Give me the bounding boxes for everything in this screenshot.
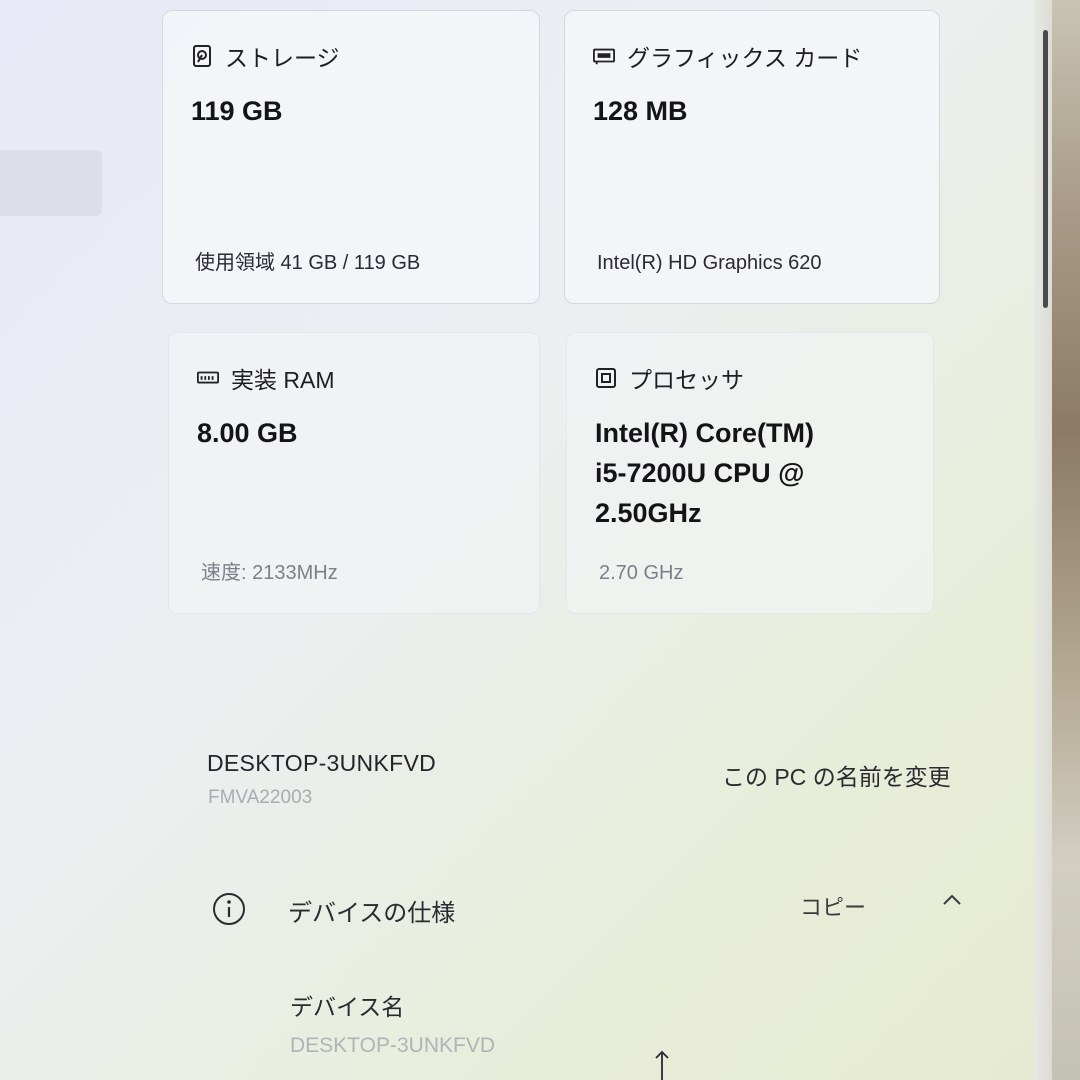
processor-icon: [595, 367, 617, 389]
copy-button[interactable]: コピー: [800, 890, 866, 922]
background-wallpaper: [1052, 0, 1080, 1080]
chevron-up-icon[interactable]: [940, 890, 964, 910]
cpu-model-line: Intel(R) Core(TM): [595, 418, 814, 448]
ram-amount: 8.00 GB: [197, 418, 298, 448]
graphics-card-card: グラフィックス カード 128 MB Intel(R) HD Graphics …: [564, 10, 940, 304]
ram-card-header: 実装 RAM: [197, 361, 335, 395]
pc-model: FMVA22003: [208, 787, 313, 808]
cpu-card-title: プロセッサ: [629, 367, 744, 393]
storage-usage: 使用領域 41 GB / 119 GB: [195, 252, 421, 274]
processor-card: プロセッサ Intel(R) Core(TM) i5-7200U CPU @ 2…: [566, 332, 934, 614]
device-name-value: DESKTOP-3UNKFVD: [290, 1034, 495, 1057]
ram-card-title: 実装 RAM: [231, 367, 335, 393]
cpu-model: Intel(R) Core(TM) i5-7200U CPU @ 2.50GHz: [595, 413, 814, 533]
graphics-card-icon: [593, 45, 615, 67]
storage-card-header: ストレージ: [191, 39, 340, 73]
gpu-card-header: グラフィックス カード: [593, 39, 862, 73]
info-icon: [212, 892, 246, 926]
rename-pc-button[interactable]: この PC の名前を変更: [722, 758, 951, 792]
resize-cursor-icon: [654, 1050, 670, 1080]
cpu-card-header: プロセッサ: [595, 361, 744, 395]
memory-icon: [197, 367, 219, 389]
sidebar-selected-item[interactable]: [0, 150, 102, 216]
ram-speed: 速度: 2133MHz: [201, 562, 338, 584]
storage-card: ストレージ 119 GB 使用領域 41 GB / 119 GB: [162, 10, 540, 304]
ram-card: 実装 RAM 8.00 GB 速度: 2133MHz: [168, 332, 540, 614]
device-name-label: デバイス名: [290, 994, 405, 1020]
pc-name: DESKTOP-3UNKFVD: [207, 750, 437, 776]
gpu-model: Intel(R) HD Graphics 620: [597, 252, 822, 274]
cpu-speed: 2.70 GHz: [599, 562, 684, 584]
cpu-model-line: i5-7200U CPU @: [595, 458, 805, 488]
gpu-memory: 128 MB: [593, 96, 688, 126]
gpu-card-title: グラフィックス カード: [627, 45, 863, 71]
storage-total: 119 GB: [191, 96, 283, 126]
device-spec-title[interactable]: デバイスの仕様: [288, 893, 455, 928]
scrollbar-thumb[interactable]: [1043, 30, 1048, 308]
storage-card-title: ストレージ: [225, 45, 340, 71]
hard-drive-icon: [191, 45, 213, 67]
cpu-model-line: 2.50GHz: [595, 498, 702, 528]
